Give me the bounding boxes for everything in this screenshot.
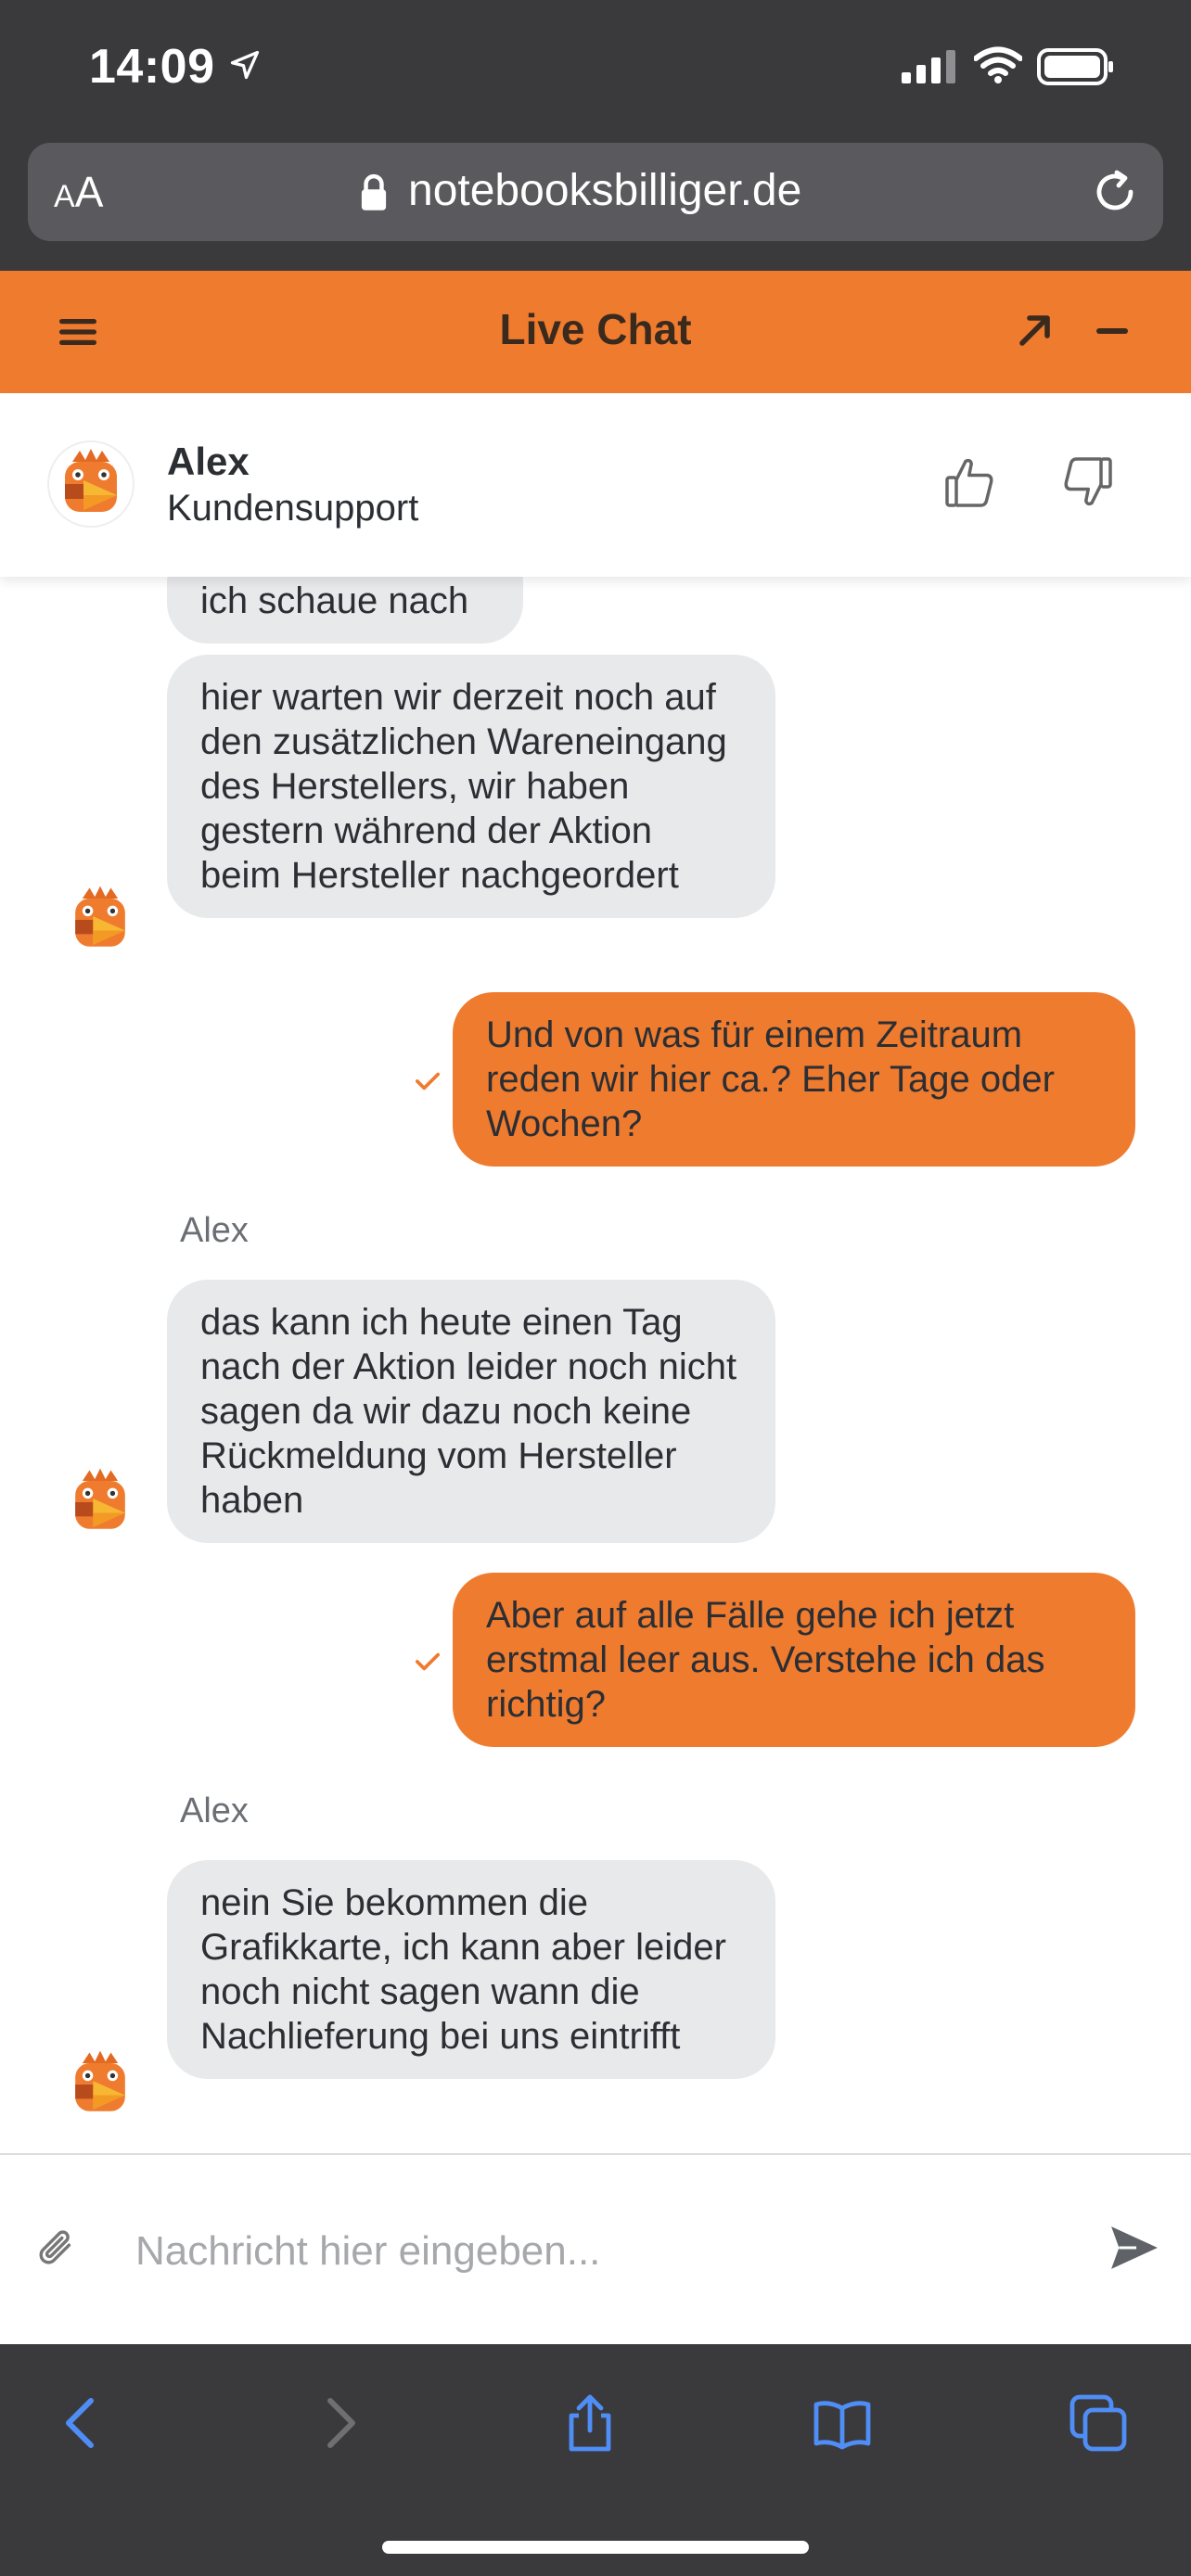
reload-icon[interactable] xyxy=(1091,167,1139,217)
share-icon[interactable] xyxy=(560,2392,620,2454)
agent-message: nein Sie bekommen die Grafikkarte, ich k… xyxy=(167,1860,775,2079)
expand-arrow-icon[interactable] xyxy=(1017,312,1054,349)
bookmarks-icon[interactable] xyxy=(813,2392,872,2454)
chat-header: Live Chat xyxy=(0,271,1191,393)
avatar xyxy=(58,1460,142,1544)
status-time: 14:09 xyxy=(89,40,215,94)
text-size-button[interactable]: AA xyxy=(54,167,103,217)
battery-icon xyxy=(1037,48,1113,85)
agent-message: ich schaue nach xyxy=(167,577,523,644)
avatar xyxy=(47,440,134,528)
message-composer xyxy=(0,2153,1191,2344)
wifi-icon xyxy=(974,46,1022,83)
lock-icon xyxy=(361,173,387,210)
chat-title: Live Chat xyxy=(499,305,692,353)
message-input[interactable] xyxy=(135,2214,1063,2289)
message-list[interactable]: ich schaue nach hier warten wir derzeit … xyxy=(0,577,1191,2153)
thumbs-up-icon[interactable] xyxy=(942,454,998,510)
avatar xyxy=(58,2043,142,2126)
cellular-signal-icon xyxy=(902,50,955,83)
avatar xyxy=(58,878,142,962)
browser-bottom-toolbar xyxy=(0,2344,1191,2576)
user-message: Und von was für einem Zeitraum reden wir… xyxy=(453,992,1135,1167)
agent-name: Alex xyxy=(167,440,250,483)
home-indicator xyxy=(382,2541,809,2554)
agent-message: das kann ich heute einen Tag nach der Ak… xyxy=(167,1280,775,1543)
check-icon xyxy=(416,1072,440,1090)
user-message: Aber auf alle Fälle gehe ich jetzt erstm… xyxy=(453,1573,1135,1747)
agent-role: Kundensupport xyxy=(167,488,419,529)
thumbs-down-icon[interactable] xyxy=(1059,454,1115,510)
location-arrow-icon xyxy=(230,50,260,80)
sender-name: Alex xyxy=(180,1211,249,1250)
agent-header: Alex Kundensupport xyxy=(0,393,1191,577)
tabs-icon[interactable] xyxy=(1069,2392,1128,2454)
sender-name: Alex xyxy=(180,1792,249,1830)
forward-icon[interactable] xyxy=(310,2392,369,2454)
agent-message: hier warten wir derzeit noch auf den zus… xyxy=(167,655,775,918)
check-icon xyxy=(416,1652,440,1671)
back-icon[interactable] xyxy=(52,2392,111,2454)
send-icon[interactable] xyxy=(1109,2224,1159,2272)
minimize-icon[interactable] xyxy=(1096,328,1128,334)
browser-top-chrome: 14:09 AA notebooksbilliger.de xyxy=(0,0,1191,271)
paperclip-icon[interactable] xyxy=(35,2225,78,2272)
url-text[interactable]: notebooksbilliger.de xyxy=(408,165,801,216)
